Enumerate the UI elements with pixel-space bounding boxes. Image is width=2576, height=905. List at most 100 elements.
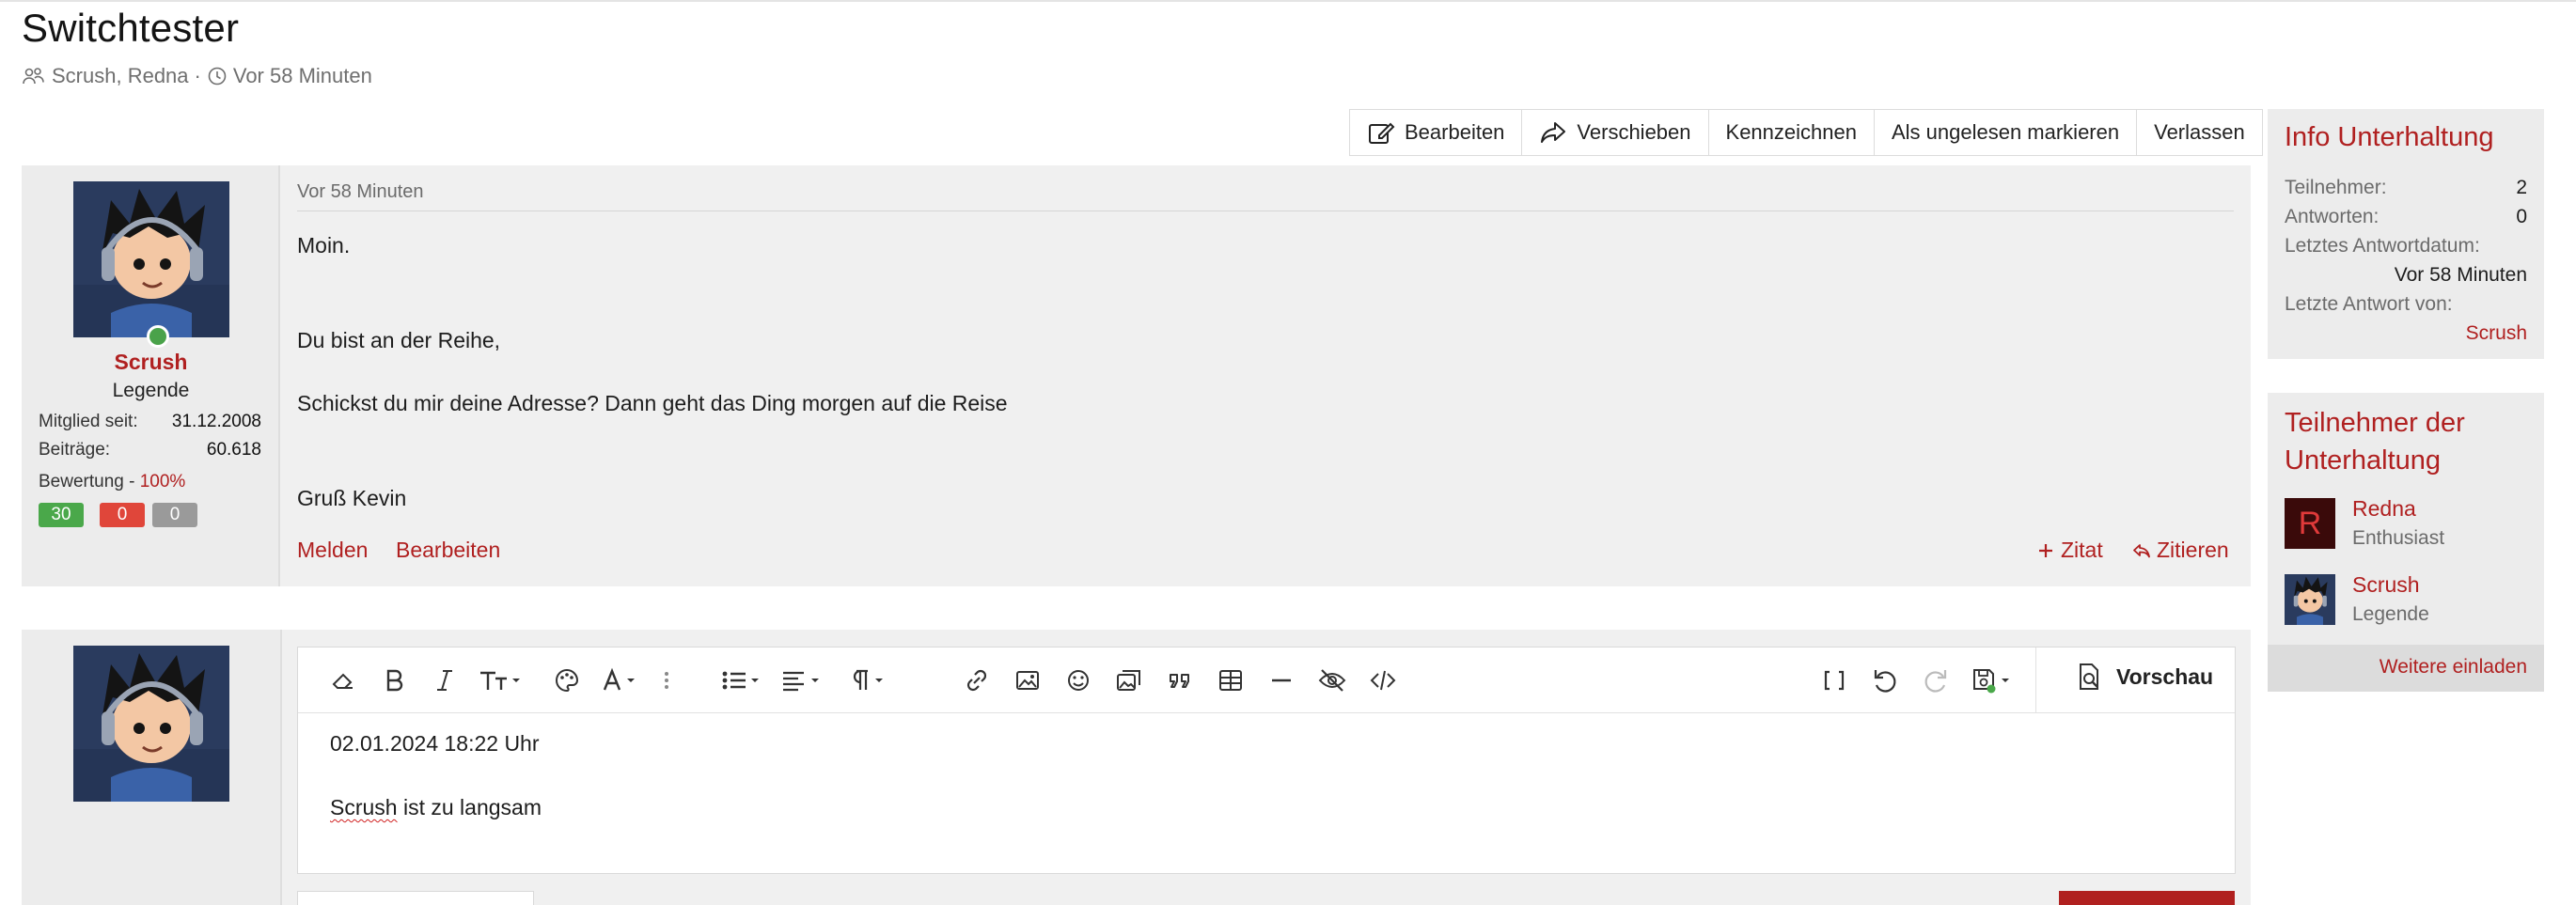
move-thread-button[interactable]: Verschieben bbox=[1522, 110, 1709, 155]
paragraph-button[interactable] bbox=[840, 663, 892, 698]
editor-text-line[interactable]: Scrush ist zu langsam bbox=[330, 795, 542, 820]
participants-label: Teilnehmer: bbox=[2285, 177, 2387, 198]
info-panel: Info Unterhaltung Teilnehmer: 2 Antworte… bbox=[2268, 109, 2544, 359]
post-author-name[interactable]: Scrush bbox=[22, 350, 280, 375]
preview-button[interactable]: Vorschau bbox=[2073, 661, 2213, 693]
last-by-link[interactable]: Scrush bbox=[2466, 322, 2527, 345]
leave-thread-button[interactable]: Verlassen bbox=[2137, 110, 2262, 155]
table-button[interactable] bbox=[1212, 663, 1249, 698]
italic-icon bbox=[437, 670, 452, 691]
avatar-image bbox=[73, 181, 229, 337]
clock-icon bbox=[208, 67, 227, 86]
share-icon bbox=[1541, 122, 1566, 143]
participant-role: Legende bbox=[2352, 603, 2429, 625]
rating-value: 100% bbox=[139, 472, 186, 492]
participants-heading-line: Teilnehmer der bbox=[2285, 408, 2465, 438]
media-gallery-button[interactable] bbox=[1110, 663, 1148, 698]
participant-name[interactable]: Redna bbox=[2352, 496, 2416, 522]
italic-button[interactable] bbox=[426, 663, 463, 698]
drafts-button[interactable] bbox=[1966, 663, 2018, 698]
undo-button[interactable] bbox=[1866, 663, 1904, 698]
posts-label: Beiträge: bbox=[39, 440, 111, 460]
emoji-button[interactable] bbox=[1060, 663, 1097, 698]
image-icon bbox=[1016, 671, 1039, 690]
last-date-label: Letztes Antwortdatum: bbox=[2285, 235, 2480, 257]
font-size-button[interactable] bbox=[473, 663, 526, 698]
color-button[interactable] bbox=[548, 663, 586, 698]
preview-icon bbox=[2080, 663, 2098, 690]
horizontal-line-button[interactable] bbox=[1263, 663, 1300, 698]
avatar[interactable]: R bbox=[2285, 498, 2335, 549]
invite-more-label: Weitere einladen bbox=[2379, 656, 2527, 678]
image-button[interactable] bbox=[1009, 663, 1046, 698]
code-icon bbox=[1370, 670, 1396, 691]
mark-thread-button[interactable]: Kennzeichnen bbox=[1709, 110, 1875, 155]
editor-text-line[interactable]: 02.01.2024 18:22 Uhr bbox=[330, 731, 540, 757]
edit-thread-label: Bearbeiten bbox=[1405, 120, 1505, 144]
report-label: Melden bbox=[297, 538, 369, 562]
attachment-button[interactable] bbox=[297, 891, 534, 905]
participants-value: 2 bbox=[2516, 177, 2527, 198]
participants-panel: Teilnehmer der Unterhaltung R Redna Enth… bbox=[2268, 393, 2544, 692]
text-size-icon bbox=[480, 671, 520, 690]
undo-icon bbox=[1874, 670, 1896, 693]
spoiler-button[interactable] bbox=[1313, 663, 1351, 698]
post-edit-link[interactable]: Bearbeiten bbox=[396, 538, 500, 563]
post-content bbox=[280, 165, 2251, 586]
quote-insert-button[interactable] bbox=[1161, 663, 1199, 698]
list-button[interactable] bbox=[715, 663, 768, 698]
avatar[interactable] bbox=[73, 181, 229, 337]
rating-label: Bewertung bbox=[39, 472, 124, 492]
post-edit-label: Bearbeiten bbox=[396, 538, 501, 562]
positive-rating-badge[interactable]: 30 bbox=[39, 503, 84, 527]
move-thread-label: Verschieben bbox=[1577, 120, 1691, 144]
reply-icon bbox=[2133, 543, 2150, 557]
negative-rating-badge[interactable]: 0 bbox=[100, 503, 145, 527]
mark-thread-label: Kennzeichnen bbox=[1725, 120, 1857, 144]
rating-separator: - bbox=[123, 472, 140, 492]
smile-icon bbox=[1068, 670, 1089, 691]
eraser-icon bbox=[332, 673, 353, 689]
page-title: Switchtester bbox=[22, 6, 240, 50]
replies-value: 0 bbox=[2516, 206, 2527, 227]
send-reply-button[interactable] bbox=[2059, 891, 2235, 905]
info-heading: Info Unterhaltung bbox=[2285, 122, 2494, 152]
edit-thread-button[interactable]: Bearbeiten bbox=[1350, 110, 1523, 155]
mark-unread-button[interactable]: Als ungelesen markieren bbox=[1875, 110, 2138, 155]
quote-label: Zitieren bbox=[2157, 538, 2229, 562]
joined-label: Mitglied seit: bbox=[39, 412, 138, 431]
last-by-label: Letzte Antwort von: bbox=[2285, 293, 2453, 315]
participants-heading-line: Unterhaltung bbox=[2285, 445, 2442, 476]
code-button[interactable] bbox=[1364, 663, 1402, 698]
paragraph-icon bbox=[853, 669, 883, 690]
font-button[interactable] bbox=[595, 663, 644, 698]
bold-button[interactable] bbox=[375, 663, 413, 698]
invite-more-button[interactable]: Weitere einladen bbox=[2268, 645, 2544, 692]
participant-name[interactable]: Scrush bbox=[2352, 572, 2420, 598]
preview-label: Vorschau bbox=[2116, 663, 2214, 689]
quote-button[interactable]: Zitieren bbox=[2132, 538, 2229, 563]
post-text-line: Gruß Kevin bbox=[297, 486, 407, 510]
eraser-button[interactable] bbox=[324, 663, 362, 698]
align-button[interactable] bbox=[776, 663, 828, 698]
avatar[interactable] bbox=[2285, 574, 2335, 625]
report-link[interactable]: Melden bbox=[297, 538, 368, 563]
reply-editor: Vorschau 02.01.2024 18:22 Uhr Scrush ist… bbox=[297, 647, 2236, 874]
redo-button[interactable] bbox=[1917, 663, 1955, 698]
eye-slash-icon bbox=[1318, 669, 1346, 692]
post-author-title: Legende bbox=[112, 380, 190, 401]
more-vertical-icon bbox=[665, 672, 668, 689]
more-options-button[interactable] bbox=[655, 663, 678, 698]
bbcode-toggle-button[interactable] bbox=[1815, 663, 1853, 698]
participants-heading: Teilnehmer der Unterhaltung bbox=[2285, 404, 2465, 479]
neutral-rating-badge[interactable]: 0 bbox=[152, 503, 197, 527]
my-avatar[interactable] bbox=[73, 646, 229, 802]
link-icon bbox=[966, 669, 987, 692]
participant-role: Enthusiast bbox=[2352, 527, 2445, 549]
link-button[interactable] bbox=[958, 663, 996, 698]
post-text-line: Moin. bbox=[297, 233, 351, 257]
replies-label: Antworten: bbox=[2285, 206, 2380, 227]
post-date[interactable]: Vor 58 Minuten bbox=[297, 181, 424, 203]
edit-icon bbox=[1369, 122, 1395, 144]
add-quote-button[interactable]: Zitat bbox=[2036, 538, 2103, 563]
